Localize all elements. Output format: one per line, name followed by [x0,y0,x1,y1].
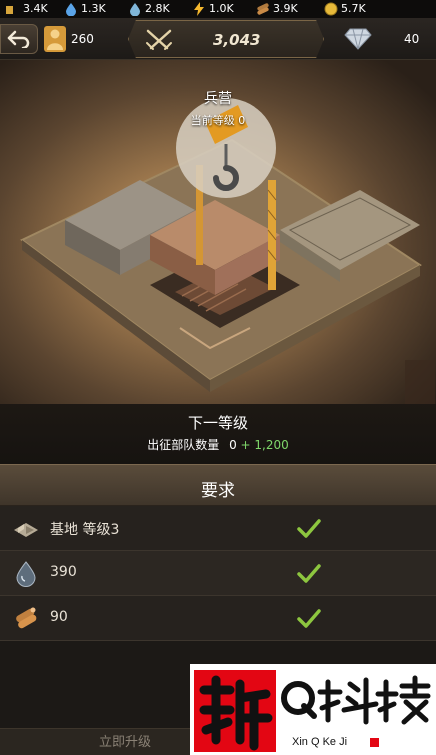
lightning-icon [194,2,204,16]
requirement-label: 90 [50,609,68,625]
requirements-title: 要求 [201,481,235,501]
resource-water[interactable]: 1.3K [64,0,106,18]
troop-count-value: 260 [71,32,94,46]
coin-icon [324,2,338,16]
next-level-stat: 出征部队数量 0 + 1,200 [0,436,436,453]
resource-coin-value: 5.7K [341,2,366,15]
requirement-row[interactable]: 90 [0,596,436,641]
resource-wood-value: 3.9K [273,2,298,15]
next-level-stat-base: 0 [229,438,237,452]
water-drop-icon [66,3,76,16]
watermark-pinyin: Xin Q Ke Ji [292,736,348,748]
back-button[interactable] [0,24,38,54]
gold-bar-icon [6,6,13,14]
checkmark-icon [297,609,321,628]
building-current-level: 当前等级 0 [190,114,246,127]
resource-power[interactable]: 1.0K [192,0,234,18]
resource-power-value: 1.0K [209,2,234,15]
water-drop-icon [16,561,36,587]
resource-water-value: 1.3K [81,2,106,15]
checkmark-icon [297,519,321,538]
requirements-header: 要求 [0,464,436,506]
resource-bar: 3.4K 1.3K 2.8K 1.0K 3.9K 5.7K [0,0,436,18]
next-level-title: 下一等级 [187,414,248,432]
watermark-logo [194,670,276,752]
resource-oil-value: 2.8K [145,2,170,15]
troop-count[interactable]: 260 [44,24,94,54]
resource-oil[interactable]: 2.8K [128,0,170,18]
power-value: 3,043 [213,31,261,49]
requirement-row[interactable]: 390 [0,551,436,596]
building-scene: 兵营 当前等级 0 [0,60,436,404]
requirement-label: 390 [50,564,77,580]
building-name: 兵营 [204,91,232,107]
resource-wood[interactable]: 3.9K [256,0,298,18]
diamond-icon [344,28,372,50]
wood-logs-icon [16,607,37,629]
requirement-row[interactable]: 基地 等级3 [0,506,436,551]
next-level-panel: 下一等级 出征部队数量 0 + 1,200 [0,404,436,464]
next-level-stat-bonus: + 1,200 [240,438,289,452]
next-level-stat-label: 出征部队数量 [147,438,220,452]
header-bar: 260 3,043 40 [0,18,436,60]
oil-drop-icon [130,3,140,16]
checkmark-icon [297,564,321,583]
watermark: Xin Q Ke Ji [190,664,436,755]
soldier-icon [44,26,66,52]
watermark-red-square [370,738,379,747]
base-building-icon [14,523,38,537]
back-arrow-icon [7,30,30,48]
crossed-swords-icon [146,29,172,50]
wood-logs-icon [257,3,269,15]
gem-count: 40 [404,32,420,46]
resource-gold[interactable]: 3.4K [6,0,48,18]
resource-coin[interactable]: 5.7K [324,0,366,18]
watermark-brand [281,675,431,725]
resource-gold-value: 3.4K [23,2,48,15]
power-display[interactable]: 3,043 [128,20,324,58]
requirement-label: 基地 等级3 [50,522,120,538]
